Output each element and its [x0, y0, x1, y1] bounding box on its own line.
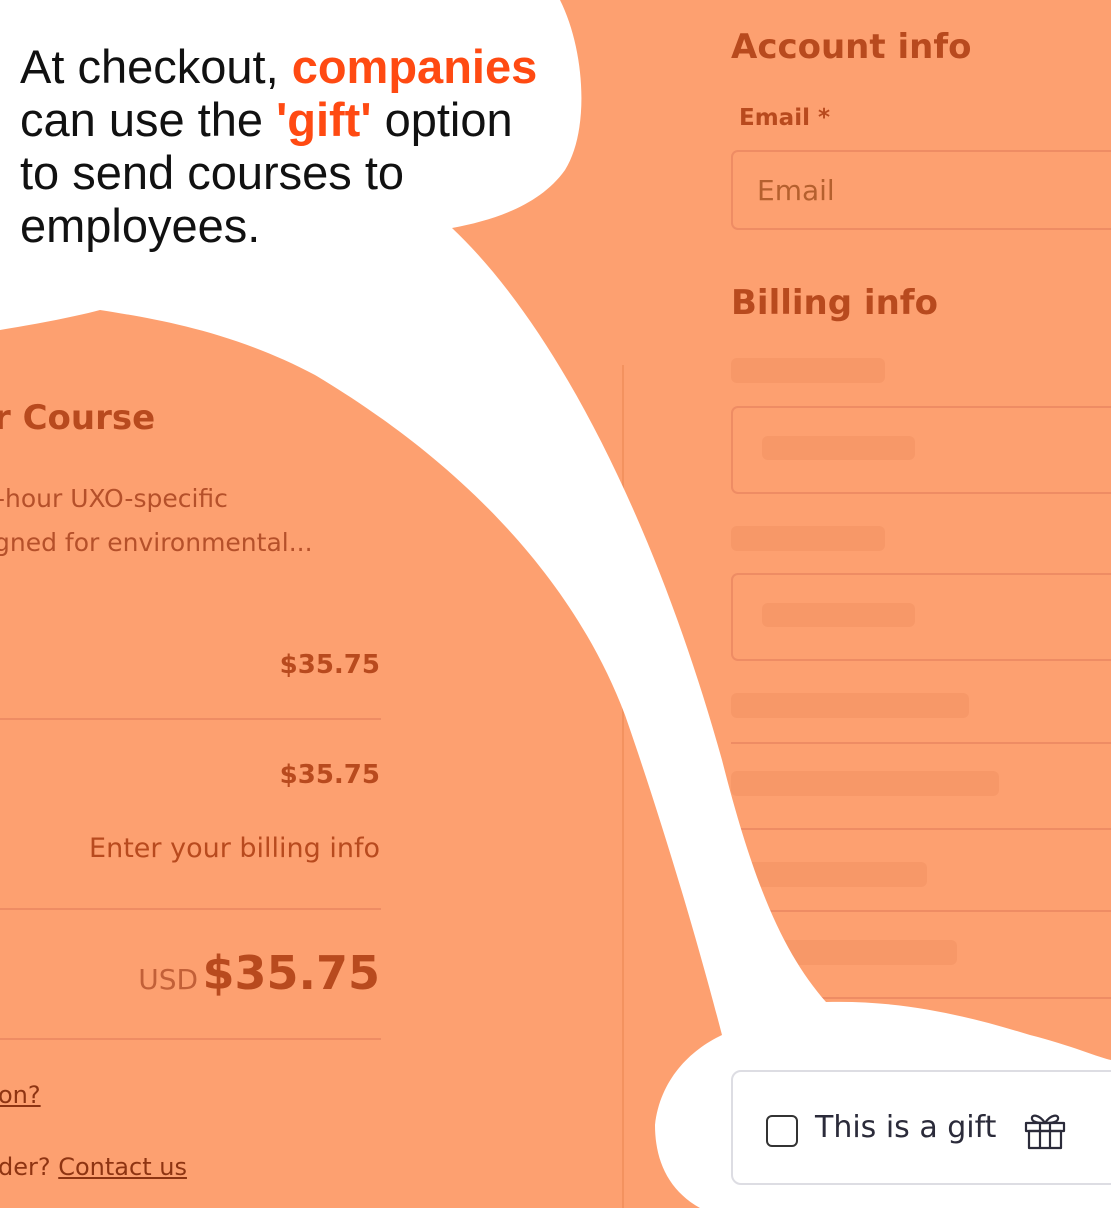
- callout-line-4: employees.: [20, 199, 261, 252]
- callout-text-segment: option: [371, 93, 513, 146]
- screenshot-stage: r Course -hour UXO-specific gned for env…: [0, 0, 1111, 1208]
- callout-highlight-companies: companies: [291, 40, 538, 93]
- callout-line-1: At checkout, companies: [20, 40, 580, 93]
- gift-label: This is a gift: [815, 1110, 997, 1145]
- callout-text-segment: At checkout,: [20, 40, 292, 93]
- callout-text-segment: can use the: [20, 93, 277, 146]
- callout-text: At checkout, companies can use the 'gift…: [20, 40, 580, 252]
- callout-line-3: to send courses to: [20, 146, 405, 199]
- gift-icon: [1024, 1114, 1066, 1150]
- callout-line-2: can use the 'gift' option: [20, 93, 580, 146]
- gift-checkbox[interactable]: [766, 1115, 798, 1147]
- callout-highlight-gift: 'gift': [276, 93, 372, 146]
- gift-option[interactable]: This is a gift: [731, 1070, 1111, 1185]
